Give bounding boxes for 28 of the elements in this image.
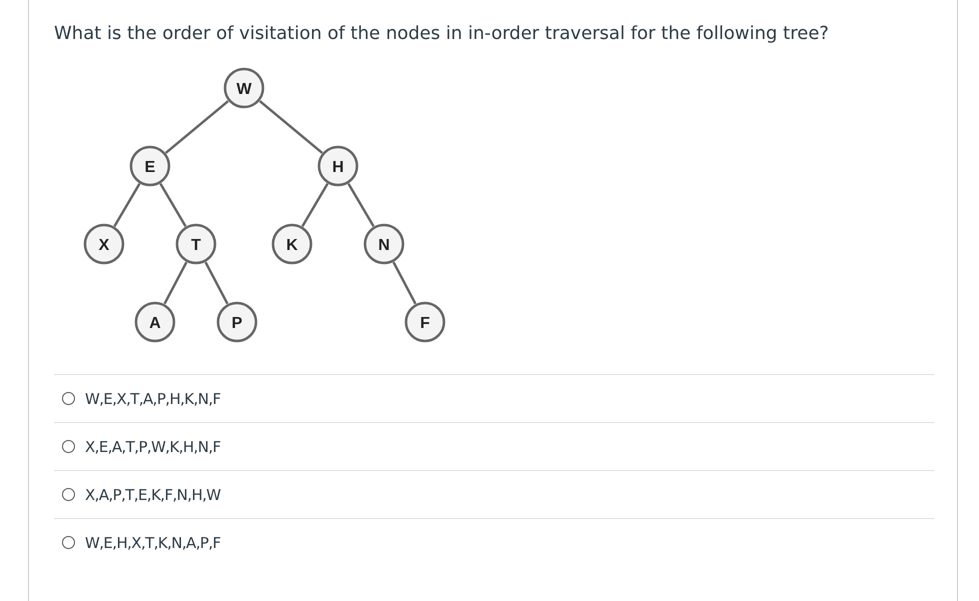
tree-node: X (84, 224, 124, 264)
tree-edge (347, 183, 375, 227)
tree-node: E (130, 146, 170, 186)
tree-node: P (216, 302, 258, 342)
tree-node: A (134, 302, 176, 342)
radio-button[interactable] (62, 392, 75, 405)
tree-node: W (224, 68, 264, 108)
question-text: What is the order of visitation of the nodes in in-order traversal for the following tree? (54, 22, 829, 46)
answer-option-label: W,E,H,X,T,K,N,A,P,F (85, 534, 221, 552)
tree-edge (113, 183, 141, 227)
tree-node: T (176, 224, 216, 264)
answer-option-label: X,E,A,T,P,W,K,H,N,F (85, 438, 221, 456)
tree-edge (159, 183, 187, 227)
tree-node: K (272, 224, 312, 264)
tree-edge (258, 100, 324, 154)
answer-option-label: X,A,P,T,E,K,F,N,H,W (85, 486, 221, 504)
radio-button[interactable] (62, 440, 75, 453)
answer-option-label: W,E,X,T,A,P,H,K,N,F (85, 390, 221, 408)
tree-edge (164, 100, 230, 154)
tree-edge (392, 262, 417, 304)
tree-node: F (404, 302, 446, 342)
tree-edge (301, 183, 329, 227)
radio-button[interactable] (62, 536, 75, 549)
tree-node: N (364, 224, 404, 264)
tree-edge (163, 262, 188, 304)
radio-button[interactable] (62, 488, 75, 501)
tree-node: H (318, 146, 358, 186)
tree-edge (204, 262, 229, 304)
